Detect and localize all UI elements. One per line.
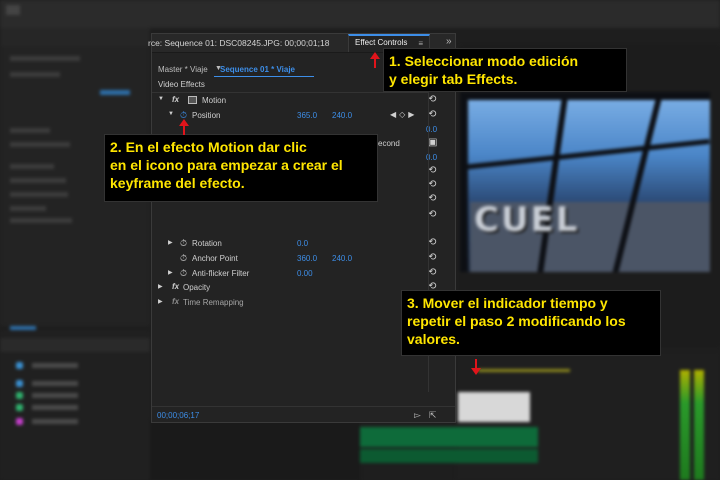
audio-meter-left bbox=[680, 370, 690, 480]
audio-clip bbox=[360, 427, 538, 447]
video-effects-heading: Video Effects bbox=[158, 80, 205, 89]
background-project-panel bbox=[0, 330, 150, 480]
property-row-position[interactable]: ▼ ⏱ Position 365.0 240.0 ◀◇▶ ⟲ bbox=[152, 109, 442, 123]
fx-icon[interactable]: fx bbox=[172, 282, 179, 291]
audio-meter-right bbox=[694, 370, 704, 480]
anchor-point-x-value[interactable]: 360.0 bbox=[297, 254, 317, 263]
sequence-clip-underline bbox=[214, 76, 314, 77]
tab-overflow-icon[interactable]: » bbox=[446, 36, 452, 47]
effect-label-time-remapping: Time Remapping bbox=[183, 298, 244, 307]
property-row-rotation[interactable]: ▶ ⏱ Rotation 0.0 ⟲ bbox=[152, 237, 442, 251]
stopwatch-icon[interactable]: ⏱ bbox=[180, 253, 187, 264]
property-label-rotation: Rotation bbox=[192, 239, 222, 248]
chevron-right-icon[interactable]: ▶ bbox=[168, 239, 173, 246]
chevron-right-icon[interactable]: ▶ bbox=[168, 269, 173, 276]
effect-label-opacity: Opacity bbox=[183, 283, 211, 292]
anti-flicker-value[interactable]: 0.00 bbox=[297, 269, 313, 278]
callout-step-2: 2. En el efecto Motion dar clic en el ic… bbox=[104, 134, 378, 202]
motion-transform-icon[interactable] bbox=[188, 96, 197, 104]
master-clip-label[interactable]: Master * Viaje bbox=[158, 65, 208, 74]
background-sequence-label bbox=[0, 28, 150, 46]
footer-icons: ▻⇱ bbox=[414, 410, 444, 421]
hidden-property-row-4: ⟲ bbox=[152, 209, 442, 223]
tab-effect-controls-label: Effect Controls bbox=[355, 38, 408, 47]
stopwatch-icon[interactable]: ⏱ bbox=[180, 238, 187, 249]
property-label-partial: econd bbox=[378, 139, 400, 148]
panel-footer: 00;00;06;17 ▻⇱ bbox=[152, 406, 455, 423]
background-strip bbox=[150, 420, 360, 480]
arrow-down-icon bbox=[471, 359, 481, 375]
current-timecode[interactable]: 00;00;06;17 bbox=[157, 411, 199, 420]
filter-icon[interactable]: ▻ bbox=[414, 410, 429, 420]
fx-icon[interactable]: fx bbox=[172, 95, 179, 104]
sequence-clip-label[interactable]: Sequence 01 * Viaje bbox=[220, 65, 295, 74]
arrow-up-icon bbox=[370, 52, 380, 68]
effect-row-time-remapping[interactable]: ▶ fx Time Remapping bbox=[152, 296, 442, 310]
effect-row-opacity[interactable]: ▶ fx Opacity ⟲ bbox=[152, 281, 442, 295]
rotation-value[interactable]: 0.0 bbox=[297, 239, 308, 248]
video-word: CUEL bbox=[474, 200, 580, 240]
property-row-anchor-point[interactable]: ⏱ Anchor Point 360.0 240.0 ⟲ bbox=[152, 252, 442, 266]
chevron-down-icon[interactable]: ▼ bbox=[158, 96, 164, 102]
chevron-down-icon[interactable]: ▼ bbox=[168, 111, 174, 117]
stopwatch-icon[interactable]: ⏱ bbox=[180, 268, 187, 279]
fx-icon[interactable]: fx bbox=[172, 297, 179, 306]
property-row-anti-flicker[interactable]: ▶ ⏱ Anti-flicker Filter 0.00 ⟲ bbox=[152, 267, 442, 281]
property-label-anti-flicker: Anti-flicker Filter bbox=[192, 269, 250, 278]
export-icon[interactable]: ⇱ bbox=[429, 410, 445, 420]
property-label-anchor-point: Anchor Point bbox=[192, 254, 238, 263]
effect-label-motion: Motion bbox=[202, 96, 227, 105]
work-area-bar bbox=[478, 369, 570, 372]
anchor-point-y-value[interactable]: 240.0 bbox=[332, 254, 352, 263]
effect-row-motion[interactable]: ▼ fx Motion ⟲ bbox=[152, 94, 442, 108]
chevron-right-icon[interactable]: ▶ bbox=[158, 283, 163, 290]
audio-clip-2 bbox=[360, 449, 538, 463]
chevron-right-icon[interactable]: ▶ bbox=[158, 298, 163, 305]
position-x-value[interactable]: 365.0 bbox=[297, 111, 317, 120]
keyframe-navigator-icon[interactable]: ◀◇▶ bbox=[390, 110, 417, 119]
callout-step-3: 3. Mover el indicador tiempo y repetir e… bbox=[401, 290, 661, 356]
callout-step-1: 1. Seleccionar modo edición y elegir tab… bbox=[383, 48, 627, 92]
header-divider bbox=[152, 92, 428, 93]
program-video-frame: CUEL bbox=[460, 92, 710, 272]
position-y-value[interactable]: 240.0 bbox=[332, 111, 352, 120]
workspace-bar bbox=[0, 0, 720, 28]
app-logo bbox=[6, 5, 20, 15]
timeline-clip bbox=[458, 392, 530, 422]
arrow-up-icon bbox=[179, 119, 189, 135]
panel-menu-icon[interactable]: ≡ bbox=[418, 39, 423, 48]
property-label-position: Position bbox=[192, 111, 221, 120]
source-monitor-tab[interactable]: rce: Sequence 01: DSC08245.JPG: 00;00;01… bbox=[148, 38, 329, 48]
